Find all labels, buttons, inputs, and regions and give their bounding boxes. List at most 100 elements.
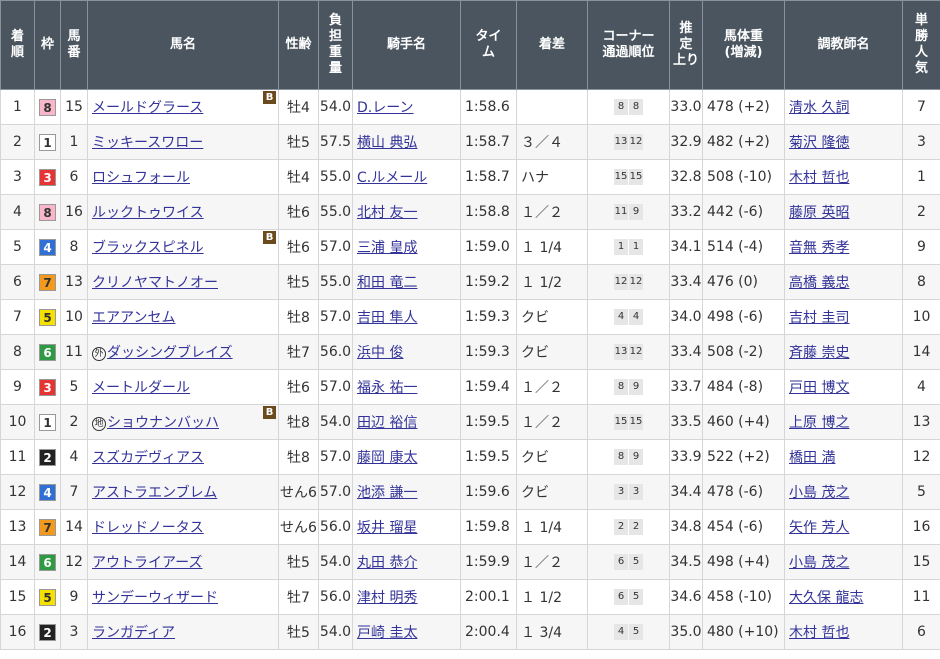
trainer-link[interactable]: 上原 博之	[789, 415, 849, 431]
horse-name-cell: エアアンセム	[87, 299, 279, 335]
carried-weight: 56.0	[318, 334, 353, 370]
jockey-link[interactable]: 池添 謙一	[357, 485, 417, 501]
carried-weight: 57.0	[318, 229, 353, 265]
horse-name-link[interactable]: ブラックスピネル	[92, 240, 204, 256]
body-weight: 478 (-6)	[702, 474, 785, 510]
win-popularity: 16	[902, 509, 940, 545]
jockey-link[interactable]: 福永 祐一	[357, 380, 417, 396]
finish-rank: 1	[0, 89, 35, 125]
corner-position: 5	[629, 624, 643, 640]
trainer-cell: 橋田 満	[784, 439, 903, 475]
corner-position: 1	[614, 239, 628, 255]
jockey-link[interactable]: 坂井 瑠星	[357, 520, 417, 536]
horse-name-link[interactable]: アストラエンブレム	[92, 485, 217, 501]
horse-number: 11	[60, 334, 88, 370]
jockey-link[interactable]: 吉田 隼人	[357, 310, 417, 326]
trainer-link[interactable]: 矢作 芳人	[789, 520, 849, 536]
horse-name-cell: ランガディア	[87, 614, 279, 650]
horse-number: 12	[60, 544, 88, 580]
horse-name-link[interactable]: ダッシングブレイズ	[107, 345, 233, 361]
horse-name-link[interactable]: エアアンセム	[92, 310, 175, 326]
waku-cell: 5	[34, 579, 61, 615]
jockey-link[interactable]: 津村 明秀	[357, 590, 417, 606]
trainer-link[interactable]: 菊沢 隆徳	[789, 135, 849, 151]
finish-rank: 6	[0, 264, 35, 300]
body-weight: 484 (-8)	[702, 369, 785, 405]
trainer-link[interactable]: 音無 秀孝	[789, 240, 849, 256]
horse-name-link[interactable]: クリノヤマトノオー	[92, 275, 218, 291]
corner-position: 3	[614, 484, 628, 500]
horse-number: 2	[60, 404, 88, 440]
body-weight: 460 (+4)	[702, 404, 785, 440]
win-popularity: 6	[902, 614, 940, 650]
win-popularity: 14	[902, 334, 940, 370]
horse-name-link[interactable]: ランガディア	[92, 625, 175, 641]
jockey-link[interactable]: 浜中 俊	[357, 345, 403, 361]
win-popularity: 4	[902, 369, 940, 405]
jockey-cell: 丸田 恭介	[352, 544, 461, 580]
table-row: 2 1 1 ミッキースワロー 牡5 57.5 横山 典弘 1:58.7 ３／４ 13 12 32.9 4…	[0, 124, 940, 160]
finish-rank: 11	[0, 439, 35, 475]
jockey-link[interactable]: 田辺 裕信	[357, 415, 417, 431]
trainer-link[interactable]: 藤原 英昭	[789, 205, 849, 221]
win-popularity: 10	[902, 299, 940, 335]
trainer-link[interactable]: 橋田 満	[789, 450, 835, 466]
horse-name-link[interactable]: ショウナンバッハ	[107, 415, 219, 431]
body-weight: 454 (-6)	[702, 509, 785, 545]
horse-name-link[interactable]: メールドグラース	[92, 100, 203, 116]
jockey-link[interactable]: 藤岡 康太	[357, 450, 417, 466]
header-jockey: 騎手名	[352, 0, 461, 90]
corner-position: 8	[614, 449, 628, 465]
header-rank: 着 順	[0, 0, 35, 90]
jockey-link[interactable]: 丸田 恭介	[357, 555, 417, 571]
trainer-link[interactable]: 大久保 龍志	[789, 590, 863, 606]
jockey-link[interactable]: 戸崎 圭太	[357, 625, 417, 641]
sex-age: 牡5	[278, 614, 319, 650]
sex-age: 牡7	[278, 334, 319, 370]
trainer-link[interactable]: 清水 久詞	[789, 100, 849, 116]
finish-time: 1:59.3	[460, 299, 517, 335]
trainer-link[interactable]: 小島 茂之	[789, 555, 849, 571]
blinker-icon: B	[263, 91, 276, 104]
waku-badge: 2	[39, 448, 56, 466]
waku-cell: 2	[34, 614, 61, 650]
horse-name-link[interactable]: メートルダール	[92, 380, 190, 396]
horse-name-link[interactable]: ドレッドノータス	[92, 520, 204, 536]
horse-name-link[interactable]: アウトライアーズ	[92, 555, 202, 571]
horse-name-link[interactable]: ルックトゥワイス	[92, 205, 204, 221]
trainer-link[interactable]: 斉藤 崇史	[789, 345, 849, 361]
jockey-link[interactable]: D.レーン	[357, 100, 414, 116]
horse-name-link[interactable]: ミッキースワロー	[92, 135, 203, 151]
horse-name-link[interactable]: スズカデヴィアス	[92, 450, 204, 466]
table-row: 1 8 15 メールドグラース B 牡4 54.0 D.レーン 1:58.6 8 8 33.0 478 …	[0, 89, 940, 125]
waku-badge: 5	[39, 308, 56, 326]
jockey-link[interactable]: 和田 竜二	[357, 275, 417, 291]
corner-position: 15	[614, 414, 628, 430]
trainer-link[interactable]: 木村 哲也	[789, 625, 849, 641]
corner-position: 6	[614, 554, 628, 570]
corner-positions: 44	[587, 299, 670, 335]
trainer-cell: 斉藤 崇史	[784, 334, 903, 370]
finish-rank: 12	[0, 474, 35, 510]
horse-name-link[interactable]: ロシュフォール	[92, 170, 190, 186]
trainer-link[interactable]: 戸田 博文	[789, 380, 849, 396]
jockey-link[interactable]: 三浦 皇成	[357, 240, 417, 256]
header-row: 着 順枠馬 番馬名 性齢負 担 重 量騎手名 タイ ム着差 コーナー 通過順位推 定 …	[0, 0, 940, 90]
jockey-link[interactable]: 横山 典弘	[357, 135, 417, 151]
trainer-link[interactable]: 吉村 圭司	[789, 310, 849, 326]
table-row: 8 6 11 外ダッシングブレイズ 牡7 56.0 浜中 俊 1:59.3 クビ 13 12 33.4…	[0, 334, 940, 370]
trainer-link[interactable]: 木村 哲也	[789, 170, 849, 186]
jockey-link[interactable]: C.ルメール	[357, 170, 427, 186]
jockey-cell: 浜中 俊	[352, 334, 461, 370]
jockey-link[interactable]: 北村 友一	[357, 205, 417, 221]
header-sexage: 性齢	[278, 0, 319, 90]
win-popularity: 1	[902, 159, 940, 195]
jockey-cell: 三浦 皇成	[352, 229, 461, 265]
trainer-link[interactable]: 小島 茂之	[789, 485, 849, 501]
body-weight: 498 (+4)	[702, 544, 785, 580]
horse-name-link[interactable]: サンデーウィザード	[92, 590, 218, 606]
horse-name-cell: メートルダール	[87, 369, 279, 405]
sex-age: 牡5	[278, 124, 319, 160]
trainer-link[interactable]: 高橋 義忠	[789, 275, 849, 291]
win-popularity: 5	[902, 474, 940, 510]
